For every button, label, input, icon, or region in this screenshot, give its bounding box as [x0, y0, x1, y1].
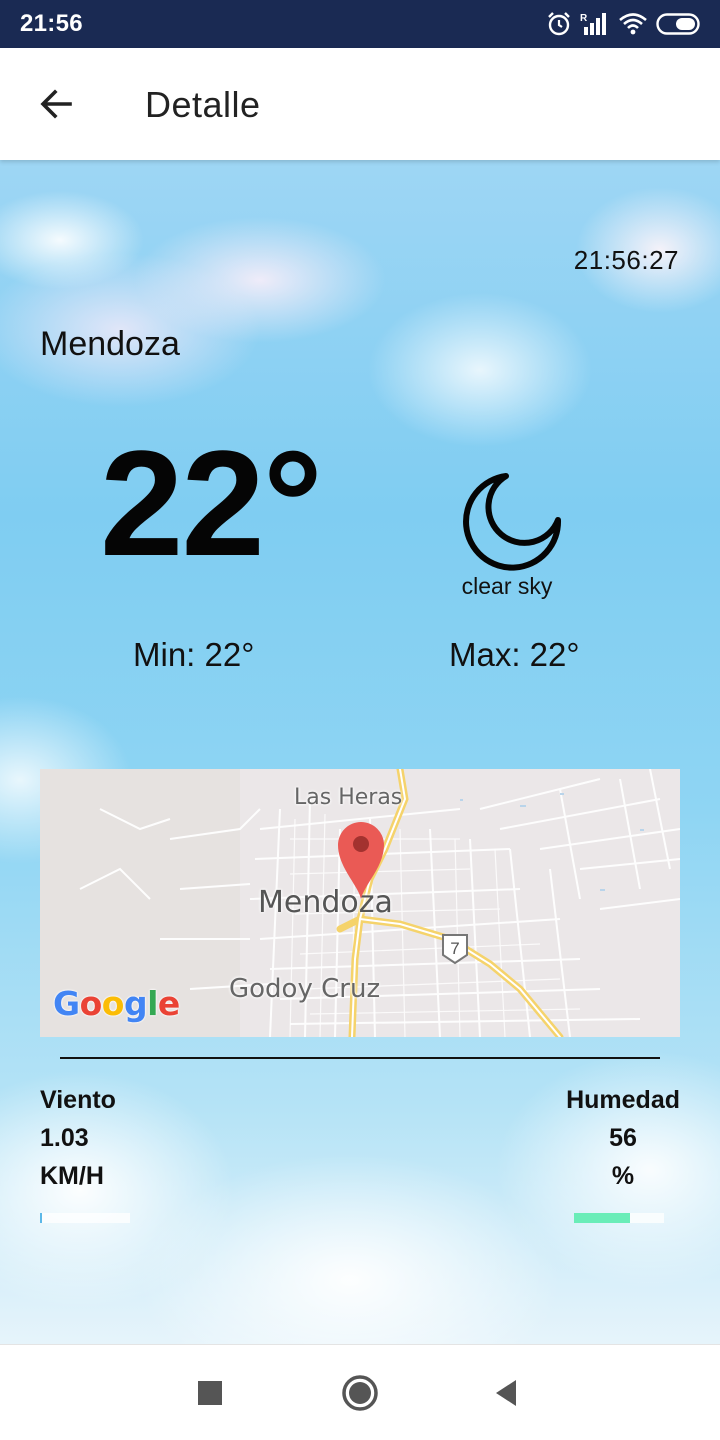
city-name: Mendoza [40, 325, 180, 363]
humidity-label: Humedad [566, 1086, 680, 1114]
wind-value: 1.03 [40, 1124, 89, 1152]
svg-text:R: R [580, 13, 588, 24]
moon-icon [463, 473, 562, 571]
humidity-progress-fill [574, 1213, 630, 1223]
screen: 21:56 R Detalle 21:56:27 Mendoza 22° cle… [0, 0, 720, 1440]
route-shield: 7 [441, 933, 469, 965]
map-label-godoy-cruz: Godoy Cruz [229, 974, 381, 1004]
arrow-back-icon [40, 89, 72, 119]
min-temperature: Min: 22° [133, 636, 255, 673]
wind-progress-bar [40, 1213, 130, 1223]
page-title: Detalle [145, 84, 261, 125]
weather-description: clear sky [461, 573, 553, 599]
back-nav-button[interactable] [484, 1371, 528, 1415]
wind-progress-fill [40, 1213, 42, 1223]
max-temperature: Max: 22° [449, 636, 580, 673]
recents-button[interactable] [188, 1371, 232, 1415]
wifi-icon [619, 13, 647, 35]
back-triangle-icon [496, 1380, 516, 1406]
divider [60, 1057, 660, 1059]
app-bar: Detalle [0, 48, 720, 160]
humidity-progress-bar [574, 1213, 664, 1223]
status-time: 21:56 [20, 10, 83, 37]
battery-icon [656, 13, 700, 35]
signal-icon: R [580, 13, 606, 35]
status-bar: 21:56 R [0, 0, 720, 48]
route-number: 7 [450, 939, 460, 958]
humidity-unit: % [611, 1162, 635, 1190]
map-pin-icon[interactable] [334, 817, 388, 901]
home-button[interactable] [338, 1371, 382, 1415]
weather-detail-panel: 21:56:27 Mendoza 22° clear sky Min: 22° … [0, 160, 720, 1344]
map-label-las-heras: Las Heras [294, 785, 403, 810]
current-temperature: 22° [100, 419, 323, 587]
wind-unit: KM/H [40, 1162, 104, 1190]
alarm-icon [548, 12, 570, 36]
wind-label: Viento [40, 1086, 116, 1114]
back-button[interactable] [26, 76, 86, 132]
recents-square-icon [198, 1381, 222, 1405]
google-logo: Google [53, 984, 180, 1023]
home-circle-icon [342, 1375, 378, 1411]
humidity-value: 56 [609, 1124, 637, 1152]
system-nav-bar [0, 1344, 720, 1440]
location-map[interactable]: Las Heras Mendoza Godoy Cruz 7 Google [40, 769, 680, 1037]
humidity-stat: Humedad 56 % [566, 1081, 680, 1195]
wind-stat: Viento 1.03 KM/H [40, 1081, 116, 1195]
current-time: 21:56:27 [573, 245, 679, 275]
status-icons: R [546, 11, 702, 37]
